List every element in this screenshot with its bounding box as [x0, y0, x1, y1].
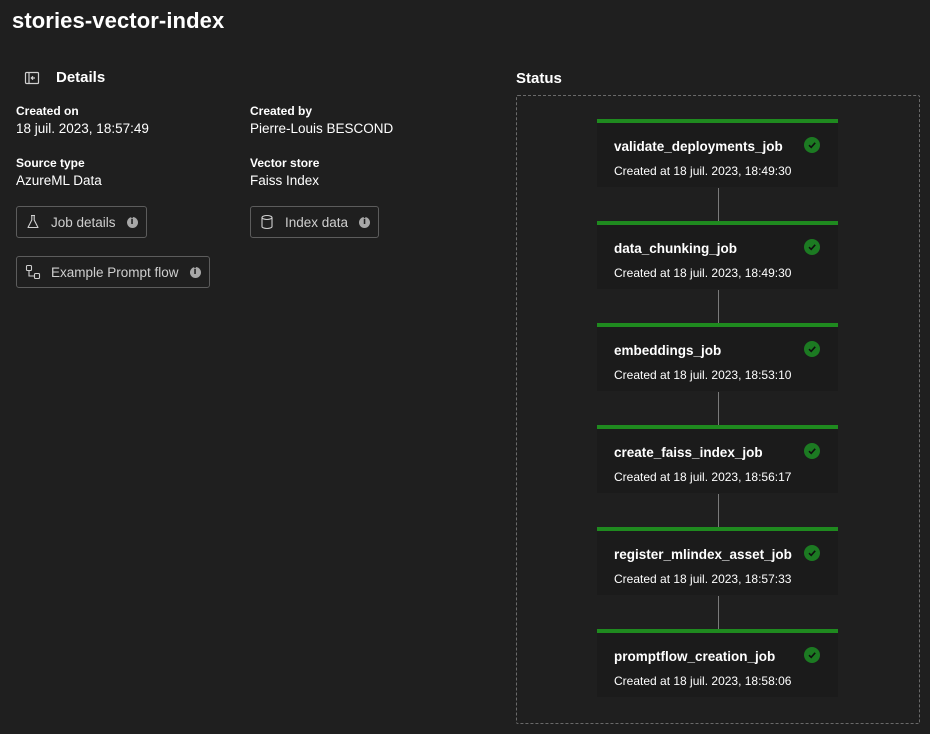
job-connector — [718, 494, 719, 527]
job-card-register-mlindex-asset[interactable]: register_mlindex_asset_job Created at 18… — [597, 527, 838, 595]
vector-store-value: Faiss Index — [250, 173, 320, 188]
job-created: Created at 18 juil. 2023, 18:58:06 — [614, 674, 792, 688]
job-card-embeddings[interactable]: embeddings_job Created at 18 juil. 2023,… — [597, 323, 838, 391]
job-connector — [718, 392, 719, 425]
job-name: validate_deployments_job — [614, 139, 783, 154]
job-created: Created at 18 juil. 2023, 18:49:30 — [614, 164, 792, 178]
created-by-field: Created by Pierre-Louis BESCOND — [250, 104, 393, 136]
job-name: embeddings_job — [614, 343, 722, 358]
vector-store-label: Vector store — [250, 156, 320, 170]
job-card-data-chunking[interactable]: data_chunking_job Created at 18 juil. 20… — [597, 221, 838, 289]
check-circle-icon — [804, 545, 820, 561]
created-by-value: Pierre-Louis BESCOND — [250, 121, 394, 136]
status-title: Status — [516, 70, 562, 87]
source-type-value: AzureML Data — [16, 173, 102, 188]
database-icon — [259, 214, 275, 230]
job-connector — [718, 290, 719, 323]
source-type-field: Source type AzureML Data — [16, 156, 102, 188]
flow-icon — [25, 264, 41, 280]
flask-icon — [25, 214, 41, 230]
collapse-panel-icon[interactable] — [24, 70, 40, 86]
details-header: Details — [24, 69, 105, 86]
check-circle-icon — [804, 137, 820, 153]
example-prompt-flow-button[interactable]: Example Prompt flow i — [16, 256, 210, 288]
job-name: data_chunking_job — [614, 241, 738, 256]
created-on-value: 18 juil. 2023, 18:57:49 — [16, 121, 149, 136]
job-connector — [718, 596, 719, 629]
job-name: register_mlindex_asset_job — [614, 547, 792, 562]
source-type-label: Source type — [16, 156, 85, 170]
created-on-field: Created on 18 juil. 2023, 18:57:49 — [16, 104, 149, 136]
job-details-button[interactable]: Job details i — [16, 206, 147, 238]
vector-store-field: Vector store Faiss Index — [250, 156, 319, 188]
index-data-button[interactable]: Index data i — [250, 206, 380, 238]
check-circle-icon — [804, 239, 820, 255]
job-name: promptflow_creation_job — [614, 649, 776, 664]
job-name: create_faiss_index_job — [614, 445, 763, 460]
created-on-label: Created on — [16, 104, 79, 118]
job-created: Created at 18 juil. 2023, 18:56:17 — [614, 470, 792, 484]
index-data-label: Index data — [285, 214, 349, 230]
created-by-label: Created by — [250, 104, 313, 118]
job-created: Created at 18 juil. 2023, 18:57:33 — [614, 572, 792, 586]
info-icon[interactable]: i — [126, 216, 138, 228]
job-created: Created at 18 juil. 2023, 18:53:10 — [614, 368, 792, 382]
job-card-promptflow-creation[interactable]: promptflow_creation_job Created at 18 ju… — [597, 629, 838, 697]
check-circle-icon — [804, 341, 820, 357]
info-icon[interactable]: i — [359, 216, 371, 228]
details-title: Details — [56, 69, 106, 86]
job-connector — [718, 188, 719, 221]
job-card-create-faiss-index[interactable]: create_faiss_index_job Created at 18 jui… — [597, 425, 838, 493]
info-icon[interactable]: i — [189, 266, 201, 278]
example-prompt-flow-label: Example Prompt flow — [51, 264, 179, 280]
check-circle-icon — [804, 647, 820, 663]
page-title: stories-vector-index — [12, 8, 225, 33]
job-created: Created at 18 juil. 2023, 18:49:30 — [614, 266, 792, 280]
job-details-label: Job details — [51, 214, 116, 230]
job-card-validate-deployments[interactable]: validate_deployments_job Created at 18 j… — [597, 119, 838, 187]
check-circle-icon — [804, 443, 820, 459]
